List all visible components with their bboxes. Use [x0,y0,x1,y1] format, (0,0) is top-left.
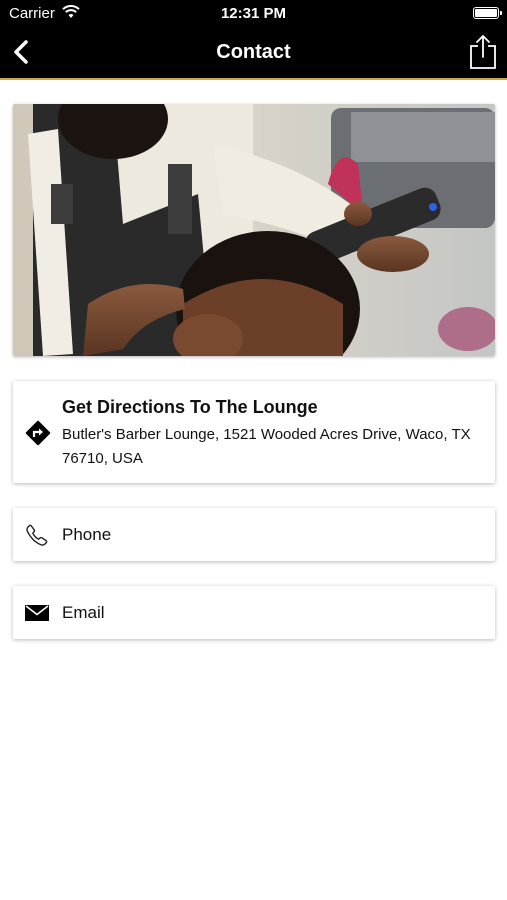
phone-icon [26,524,48,546]
page-title: Contact [216,41,291,63]
directions-icon [25,420,51,446]
share-icon[interactable] [469,34,497,70]
status-time: 12:31 PM [220,5,287,22]
status-bar: Carrier 12:31 PM [0,0,507,28]
phone-card[interactable]: Phone [13,508,495,561]
email-icon [25,605,49,621]
navigation-bar: Contact [0,28,507,80]
phone-label: Phone [62,525,112,544]
barbershop-hero-image [13,104,495,356]
barber-photo [13,104,495,356]
directions-address: Butler's Barber Lounge, 1521 Wooded Acre… [62,426,471,467]
email-card[interactable]: Email [13,586,495,639]
directions-card[interactable]: Get Directions To The Lounge Butler's Ba… [13,381,495,483]
battery-icon [473,7,502,19]
directions-heading: Get Directions To The Lounge [62,397,318,417]
email-label: Email [62,603,105,622]
